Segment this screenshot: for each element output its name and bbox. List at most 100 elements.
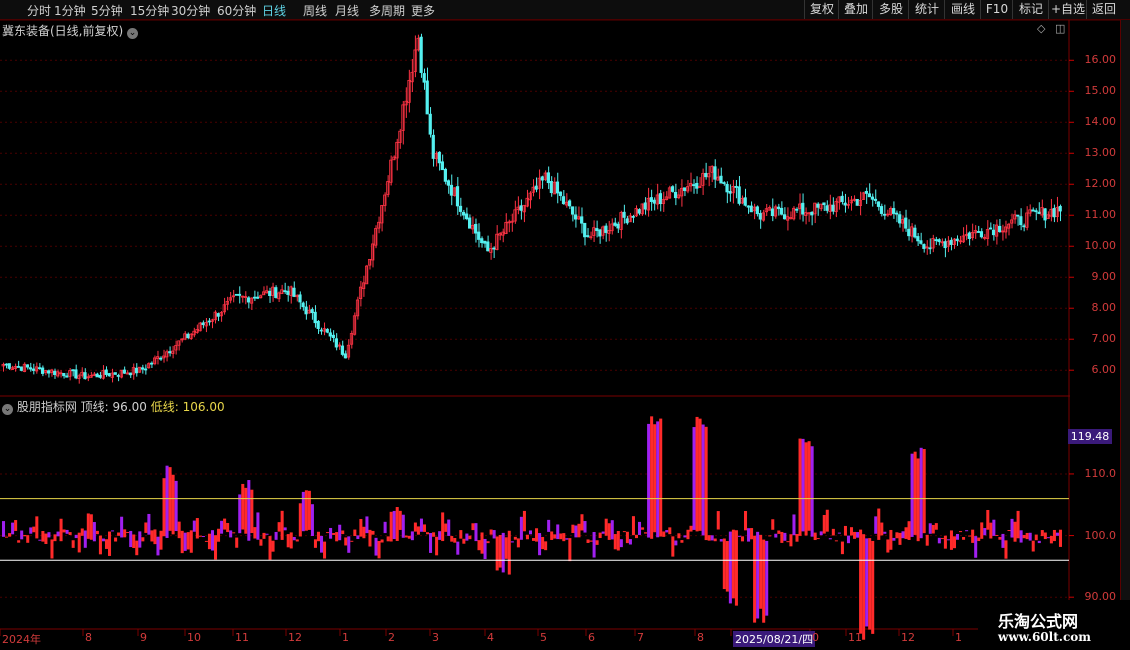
indicator-bar <box>750 528 754 540</box>
indicator-bar <box>538 533 542 556</box>
candle-body <box>62 372 66 377</box>
indicator-bar <box>80 528 84 536</box>
indicator-bar <box>843 525 847 536</box>
indicator-title: ⌄ 股朋指标网 顶线: 96.00 低线: 106.00 <box>2 398 225 415</box>
candle-body <box>477 231 481 240</box>
candle-body <box>19 366 24 371</box>
indicator-bar <box>371 530 375 535</box>
candle-body <box>779 207 784 215</box>
indicator-bar <box>310 504 314 536</box>
indicator-bar <box>295 539 299 542</box>
time-axis-label: 4 <box>487 631 494 644</box>
indicator-bar <box>625 531 629 544</box>
indicator-bar <box>952 536 956 549</box>
indicator-bar <box>8 533 12 537</box>
indicator-bar <box>141 537 145 542</box>
indicator-bar <box>274 531 278 540</box>
stock-title-text: 冀东装备(日线,前复权) <box>2 24 124 38</box>
indicator-bar <box>150 530 154 542</box>
candle-body <box>446 180 451 186</box>
candle-body <box>274 287 278 298</box>
candle-body <box>104 369 108 375</box>
indicator-bar <box>771 519 775 530</box>
indicator-bar <box>671 536 675 557</box>
candle-body <box>955 238 959 242</box>
top-line-value: 96.00 <box>112 400 147 414</box>
indicator-bar <box>1037 540 1041 544</box>
indicator-bar <box>468 535 472 540</box>
indicator-bar <box>604 518 608 536</box>
indicator-bar <box>483 538 487 559</box>
indicator-bar <box>647 423 651 538</box>
chevron-down-icon[interactable]: ⌄ <box>127 28 139 39</box>
indicator-bar <box>92 522 96 542</box>
candle-body <box>461 211 466 216</box>
indicator-bar <box>392 510 396 539</box>
candle-body <box>574 214 578 220</box>
indicator-bar <box>504 537 508 559</box>
indicator-bar <box>865 538 869 627</box>
candle-body <box>201 322 205 326</box>
indicator-bar <box>583 521 587 533</box>
candle-body <box>782 214 787 220</box>
candle-body <box>128 372 133 376</box>
indicator-bar <box>983 528 987 536</box>
candle-body <box>810 211 814 216</box>
candle-body <box>998 225 1002 233</box>
candle-body <box>713 166 717 180</box>
indicator-bar <box>995 534 999 536</box>
indicator-bar <box>601 531 605 534</box>
indicator-bar <box>1019 530 1023 543</box>
indicator-bar <box>580 514 584 531</box>
candle-body <box>540 176 544 181</box>
indicator-bar <box>768 535 772 537</box>
indicator-bar <box>798 438 802 536</box>
indicator-bar <box>980 522 984 539</box>
indicator-bar <box>253 527 257 539</box>
indicator-bar <box>1058 529 1062 547</box>
candle-body <box>770 208 775 217</box>
diamond-icon[interactable]: ◇ <box>1037 22 1045 35</box>
indicator-bar <box>59 518 63 542</box>
candle-body <box>31 368 36 371</box>
indicator-bar <box>965 530 969 532</box>
indicator-bar <box>86 513 90 539</box>
indicator-bar <box>734 530 738 606</box>
indicator-bar <box>108 531 112 556</box>
time-axis-label: 5 <box>540 631 547 644</box>
indicator-bar <box>129 530 133 548</box>
price-tick: 11.00 <box>1084 208 1117 222</box>
candle-body <box>474 223 478 234</box>
indicator-bar <box>419 518 423 532</box>
indicator-bar <box>159 530 163 550</box>
indicator-bar <box>695 416 699 532</box>
candle-body <box>301 302 305 308</box>
candle-body <box>234 293 239 296</box>
candle-body <box>625 218 629 224</box>
indicator-bar <box>856 532 860 538</box>
indicator-bar <box>977 537 981 542</box>
candle-body <box>549 181 554 194</box>
indicator-bar <box>850 527 854 536</box>
indicator-bar <box>968 535 972 537</box>
candle-body <box>1058 205 1062 212</box>
indicator-bar <box>813 532 817 541</box>
candle-body <box>431 134 435 159</box>
indicator-bar <box>1004 540 1008 559</box>
indicator-bar <box>422 524 426 532</box>
price-tick: 7.00 <box>1091 332 1117 346</box>
indicator-bar <box>289 532 293 549</box>
candle-body <box>340 345 345 355</box>
candle-body <box>325 328 329 333</box>
candle-body <box>116 375 120 377</box>
indicator-bar <box>201 536 205 538</box>
indicator-bar <box>304 490 308 531</box>
indicator-bar <box>111 530 115 532</box>
indicator-bar <box>56 531 60 537</box>
chevron-down-icon[interactable]: ⌄ <box>2 404 13 415</box>
candle-body <box>534 185 538 190</box>
window-toggle-icon[interactable]: ◫ <box>1055 22 1065 35</box>
indicator-bar <box>335 532 339 542</box>
indicator-bar <box>477 540 481 551</box>
indicator-bar <box>762 539 766 623</box>
